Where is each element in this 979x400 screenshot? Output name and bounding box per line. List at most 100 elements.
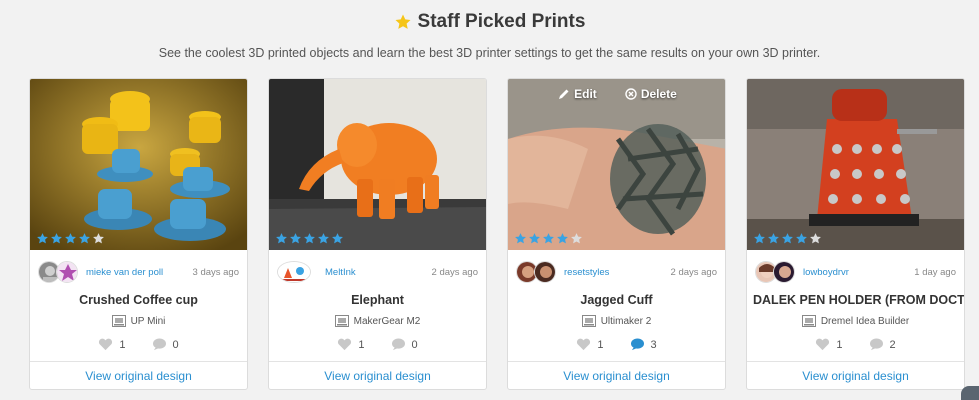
username-link[interactable]: lowboydrvr	[803, 267, 914, 278]
comment-count: 2	[889, 338, 896, 351]
rating-star-icon	[331, 232, 344, 245]
comment-count: 3	[650, 338, 657, 351]
post-time: 2 days ago	[670, 266, 717, 278]
print-name[interactable]: DALEK PEN HOLDER (FROM DOCT...	[747, 293, 964, 307]
view-original-design-link[interactable]: View original design	[747, 361, 964, 389]
username-link[interactable]: resetstyles	[564, 267, 671, 278]
print-photo[interactable]	[747, 79, 964, 250]
rating-star-icon	[556, 232, 569, 245]
prints-grid: mieke van der poll 3 days ago Crushed Co…	[29, 78, 965, 390]
heart-icon	[577, 338, 591, 351]
view-original-design-link[interactable]: View original design	[30, 361, 247, 389]
printer-name: Ultimaker 2	[600, 315, 652, 327]
like-stat[interactable]: 1	[576, 338, 604, 351]
printer-icon	[581, 315, 596, 327]
comment-stat[interactable]: 3	[630, 338, 657, 351]
like-stat[interactable]: 1	[815, 338, 843, 351]
rating-star-icon	[50, 232, 63, 245]
printer-icon	[334, 315, 349, 327]
comment-stat[interactable]: 2	[869, 338, 896, 351]
avatar[interactable]	[773, 261, 795, 283]
printer-name: UP Mini	[130, 315, 166, 327]
rating-star-icon	[528, 232, 541, 245]
comment-icon	[391, 338, 405, 351]
rating-star-icon	[303, 232, 316, 245]
jagged-cuff-image	[508, 79, 725, 250]
post-time: 3 days ago	[192, 266, 239, 278]
like-stat[interactable]: 1	[98, 338, 126, 351]
page-title: Staff Picked Prints	[394, 11, 586, 33]
print-card[interactable]: MeltInk 2 days ago Elephant MakerGear M2…	[268, 78, 487, 390]
edit-label: Edit	[574, 87, 597, 101]
print-photo[interactable]: Edit Delete	[508, 79, 725, 250]
rating-star-icon	[36, 232, 49, 245]
print-card[interactable]: Edit Delete resetstyles 2 days ago Jagge…	[507, 78, 726, 390]
comment-stat[interactable]: 0	[152, 338, 179, 351]
printer-info: Ultimaker 2	[508, 315, 725, 327]
rating-star-icon	[78, 232, 91, 245]
printer-name: MakerGear M2	[353, 315, 421, 327]
close-circle-icon	[625, 88, 637, 100]
comment-stat[interactable]: 0	[391, 338, 418, 351]
print-stats: 1 0	[30, 338, 247, 351]
rating-star-icon	[275, 232, 288, 245]
username-link[interactable]: MeltInk	[325, 267, 432, 278]
printer-icon	[801, 315, 816, 327]
star-rating	[275, 232, 344, 245]
like-count: 1	[119, 338, 126, 351]
chat-widget-tab[interactable]	[961, 386, 979, 400]
avatar[interactable]	[56, 261, 78, 283]
print-photo[interactable]	[269, 79, 486, 250]
printer-info: UP Mini	[30, 315, 247, 327]
user-row: lowboydrvr 1 day ago	[747, 250, 964, 286]
rating-star-icon	[92, 232, 105, 245]
username-link[interactable]: mieke van der poll	[86, 267, 193, 278]
avatar[interactable]	[534, 261, 556, 283]
star-rating	[514, 232, 583, 245]
avatars	[516, 261, 556, 283]
overlay-actions: Edit Delete	[508, 87, 725, 101]
page-header: Staff Picked Prints See the coolest 3D p…	[0, 0, 979, 60]
coffee-cups-image	[30, 79, 247, 250]
rating-star-icon	[289, 232, 302, 245]
avatars	[755, 261, 795, 283]
star-icon	[395, 14, 411, 29]
edit-button[interactable]: Edit	[558, 87, 597, 101]
print-card[interactable]: lowboydrvr 1 day ago DALEK PEN HOLDER (F…	[746, 78, 965, 390]
page-title-text: Staff Picked Prints	[417, 11, 586, 32]
view-original-design-link[interactable]: View original design	[269, 361, 486, 389]
comment-icon	[630, 338, 644, 351]
delete-button[interactable]: Delete	[625, 87, 677, 101]
print-stats: 1 0	[269, 338, 486, 351]
heart-icon	[99, 338, 113, 351]
rating-star-icon	[514, 232, 527, 245]
comment-icon	[869, 338, 883, 351]
print-photo[interactable]	[30, 79, 247, 250]
avatar[interactable]	[277, 261, 311, 283]
like-stat[interactable]: 1	[337, 338, 365, 351]
rating-star-icon	[64, 232, 77, 245]
elephant-image	[269, 79, 486, 250]
star-rating	[753, 232, 822, 245]
user-row: resetstyles 2 days ago	[508, 250, 725, 286]
like-count: 1	[836, 338, 843, 351]
comment-count: 0	[172, 338, 179, 351]
rating-star-icon	[781, 232, 794, 245]
print-name[interactable]: Jagged Cuff	[508, 293, 725, 307]
printer-info: Dremel Idea Builder	[747, 315, 964, 327]
print-name[interactable]: Elephant	[269, 293, 486, 307]
print-stats: 1 3	[508, 338, 725, 351]
rating-star-icon	[570, 232, 583, 245]
printer-icon	[111, 315, 126, 327]
post-time: 2 days ago	[431, 266, 478, 278]
post-time: 1 day ago	[914, 266, 956, 278]
rating-star-icon	[809, 232, 822, 245]
rating-star-icon	[542, 232, 555, 245]
delete-label: Delete	[640, 87, 677, 101]
print-card[interactable]: mieke van der poll 3 days ago Crushed Co…	[29, 78, 248, 390]
comment-icon	[152, 338, 166, 351]
print-name[interactable]: Crushed Coffee cup	[30, 293, 247, 307]
view-original-design-link[interactable]: View original design	[508, 361, 725, 389]
heart-icon	[338, 338, 352, 351]
comment-count: 0	[411, 338, 418, 351]
